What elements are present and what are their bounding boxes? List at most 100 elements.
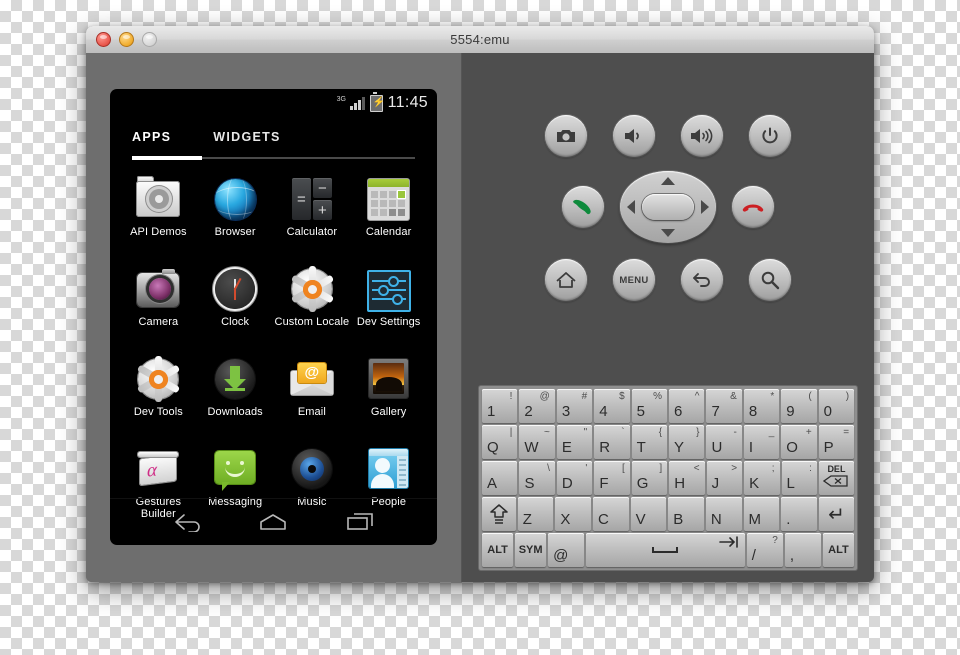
- app-label: Gallery: [370, 406, 407, 418]
- key-comma[interactable]: ,: [784, 533, 821, 567]
- end-call-button[interactable]: [732, 186, 774, 228]
- key-s[interactable]: S \: [519, 461, 555, 495]
- key-t[interactable]: T{: [631, 425, 668, 459]
- key-alt-left[interactable]: ALT: [482, 533, 514, 567]
- key-r[interactable]: R `: [594, 425, 630, 459]
- app-item-gallery[interactable]: Gallery: [350, 351, 427, 438]
- nav-home-button[interactable]: [253, 509, 293, 535]
- key-w[interactable]: W ~: [519, 425, 555, 459]
- key-0[interactable]: 0): [818, 389, 855, 423]
- app-item-browser[interactable]: Browser: [197, 171, 274, 258]
- key-q[interactable]: Q |: [482, 425, 518, 459]
- key-x[interactable]: X: [555, 497, 591, 531]
- key-period[interactable]: .: [781, 497, 817, 531]
- window-titlebar[interactable]: 5554:emu: [86, 26, 874, 54]
- key-enter[interactable]: ↵: [818, 497, 855, 531]
- dpad-control[interactable]: [620, 171, 716, 243]
- call-button[interactable]: [562, 186, 604, 228]
- hardware-buttons-row-3: MENU: [462, 259, 874, 301]
- dpad-down-icon: [661, 229, 675, 237]
- app-label: Camera: [138, 316, 179, 328]
- key-2[interactable]: 2 @: [519, 389, 555, 423]
- key-f[interactable]: F[: [594, 461, 630, 495]
- key-3[interactable]: 3 #: [556, 389, 593, 423]
- app-item-calculator[interactable]: − = + Calculator: [274, 171, 351, 258]
- recents-icon: [347, 513, 373, 530]
- key-k[interactable]: K;: [744, 461, 780, 495]
- key-d[interactable]: D ': [556, 461, 593, 495]
- key-6[interactable]: 6 ^: [669, 389, 705, 423]
- key-h[interactable]: H <: [669, 461, 705, 495]
- camera-icon: [557, 130, 575, 142]
- app-item-camera[interactable]: Camera: [120, 261, 197, 348]
- back-button[interactable]: [681, 259, 723, 301]
- key-l[interactable]: L:: [781, 461, 817, 495]
- key-a[interactable]: A: [482, 461, 518, 495]
- keyboard-row-zxcv: Z X C V B N M . ↵: [482, 497, 855, 531]
- key-space[interactable]: [586, 533, 745, 567]
- tab-widgets[interactable]: WIDGETS: [213, 130, 280, 144]
- dpad-center-button[interactable]: [642, 194, 694, 220]
- key-n[interactable]: N: [705, 497, 742, 531]
- app-label: Browser: [214, 226, 256, 238]
- key-i[interactable]: I _: [743, 425, 780, 459]
- app-item-custom-locale[interactable]: Custom Locale: [274, 261, 351, 348]
- app-label: Clock: [221, 316, 250, 328]
- status-bar-icons: 3G ⚡ 11:45: [337, 89, 428, 117]
- key-9[interactable]: 9(: [781, 389, 817, 423]
- app-item-dev-settings[interactable]: Dev Settings: [350, 261, 427, 348]
- key-8[interactable]: 8 *: [743, 389, 780, 423]
- key-e[interactable]: E ": [556, 425, 593, 459]
- home-button[interactable]: [545, 259, 587, 301]
- hardware-buttons-row-2: [462, 171, 874, 243]
- key-4[interactable]: 4 $: [594, 389, 630, 423]
- download-arrow-icon: [213, 357, 257, 401]
- key-5[interactable]: 5%: [631, 389, 668, 423]
- shift-icon: [490, 504, 508, 524]
- menu-button[interactable]: MENU: [613, 259, 655, 301]
- keyboard-row-qwerty: Q | W ~ E " R ` T{ Y} U- I _ O + P =: [482, 425, 855, 459]
- app-item-calendar[interactable]: Calendar: [350, 171, 427, 258]
- key-at[interactable]: @: [548, 533, 585, 567]
- app-grid: API Demos Browser − = + Calculator Calen…: [110, 159, 437, 528]
- volume-up-button[interactable]: [681, 115, 723, 157]
- key-slash[interactable]: /?: [746, 533, 783, 567]
- key-o[interactable]: O +: [781, 425, 817, 459]
- search-button[interactable]: [749, 259, 791, 301]
- key-y[interactable]: Y}: [669, 425, 705, 459]
- app-label: Dev Tools: [133, 406, 183, 418]
- volume-down-button[interactable]: [613, 115, 655, 157]
- nav-back-button[interactable]: [167, 509, 207, 535]
- key-u[interactable]: U-: [706, 425, 742, 459]
- key-v[interactable]: V: [630, 497, 667, 531]
- key-alt-right[interactable]: ALT: [822, 533, 854, 567]
- camera-button[interactable]: [545, 115, 587, 157]
- key-delete[interactable]: DEL: [818, 461, 854, 495]
- key-b[interactable]: B: [668, 497, 704, 531]
- key-7[interactable]: 7 &: [706, 389, 742, 423]
- device-screen[interactable]: 3G ⚡ 11:45 APPS WIDGETS API Demos Browse…: [110, 89, 437, 545]
- key-j[interactable]: J >: [706, 461, 743, 495]
- app-item-clock[interactable]: Clock: [197, 261, 274, 348]
- app-item-email[interactable]: @ Email: [274, 351, 351, 438]
- app-item-downloads[interactable]: Downloads: [197, 351, 274, 438]
- window-title: 5554:emu: [450, 32, 510, 47]
- key-sym[interactable]: SYM: [515, 533, 547, 567]
- space-icon: [652, 547, 679, 553]
- key-z[interactable]: Z: [517, 497, 554, 531]
- key-shift[interactable]: [482, 497, 516, 531]
- gear-orange-icon: [290, 266, 335, 312]
- power-button[interactable]: [749, 115, 791, 157]
- key-1[interactable]: 1!: [482, 389, 518, 423]
- app-item-dev-tools[interactable]: Dev Tools: [120, 351, 197, 438]
- nav-recents-button[interactable]: [340, 509, 380, 535]
- tab-apps[interactable]: APPS: [132, 130, 171, 144]
- key-c[interactable]: C: [592, 497, 629, 531]
- gesture-pad-icon: α: [136, 447, 180, 491]
- key-g[interactable]: G]: [631, 461, 668, 495]
- key-m[interactable]: M: [743, 497, 780, 531]
- app-item-api-demos[interactable]: API Demos: [120, 171, 197, 258]
- key-p[interactable]: P =: [818, 425, 855, 459]
- speech-bubble-icon: [213, 447, 257, 491]
- window-body: 3G ⚡ 11:45 APPS WIDGETS API Demos Browse…: [86, 53, 874, 582]
